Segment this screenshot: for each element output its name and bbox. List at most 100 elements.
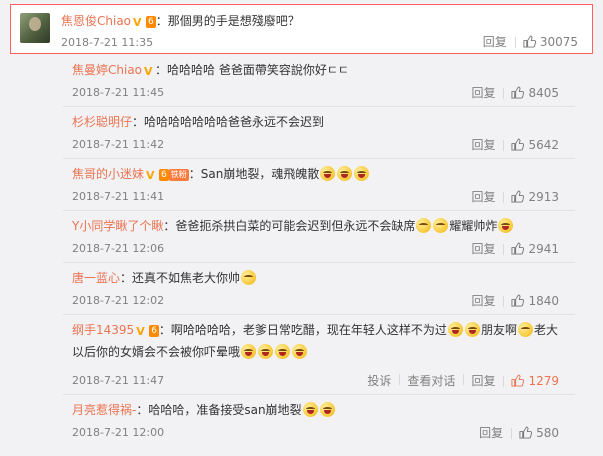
like-button[interactable]: 1840 xyxy=(503,294,567,308)
comment-text-2: 耀耀帅炸 xyxy=(449,219,498,233)
like-count: 580 xyxy=(536,425,559,440)
comment-actions: 投诉 查看对话 回复 1279 xyxy=(359,372,567,389)
member-grade-badge: 6 xyxy=(146,16,156,28)
wink-emoji-icon xyxy=(241,270,257,285)
comment-text-3: 老大 xyxy=(533,323,558,337)
grin-emoji-icon xyxy=(498,218,514,233)
featured-comment: 焦恩俊Chiao V 6 ：那個男的手是想殘廢吧？ 2018-7-21 11:35 回… xyxy=(10,4,593,54)
reply-button[interactable]: 回复 xyxy=(463,136,503,153)
thumbs-up-icon xyxy=(511,374,525,387)
reply-button[interactable]: 回复 xyxy=(463,84,503,101)
like-button[interactable]: 2941 xyxy=(503,242,567,256)
laugh-cry-emoji-icon xyxy=(447,322,463,337)
like-count: 2913 xyxy=(528,189,559,204)
reply-button[interactable]: 回复 xyxy=(475,33,515,50)
comment-actions: 回复 580 xyxy=(471,424,567,441)
like-count: 5642 xyxy=(528,137,559,152)
comment-actions: 回复 2941 xyxy=(463,240,567,257)
grin-emoji-icon xyxy=(354,166,370,181)
comment-text: ：爸爸扼杀拱白菜的可能会迟到但永远不会缺席 xyxy=(163,219,416,233)
comment-time: 2018-7-21 11:42 xyxy=(72,138,165,151)
fan-badge: 铁粉 xyxy=(168,169,189,181)
comment-actions: 回复 1840 xyxy=(463,292,567,309)
laugh-emoji-icon xyxy=(258,344,274,359)
like-count: 1840 xyxy=(528,293,559,308)
laugh-cry-emoji-icon xyxy=(319,402,335,417)
comment-time: 2018-7-21 12:00 xyxy=(72,426,165,439)
smile-emoji-icon xyxy=(416,218,432,233)
username-link[interactable]: 杉杉聪明仔 xyxy=(72,115,132,129)
comment-text: ：San崩地裂，魂飛魄散 xyxy=(188,167,320,181)
view-conversation-button[interactable]: 查看对话 xyxy=(399,372,463,389)
reply-button[interactable]: 回复 xyxy=(463,240,503,257)
like-button[interactable]: 580 xyxy=(511,426,567,440)
comment-text-line: 杉杉聪明仔：哈哈哈哈哈哈哈爸爸永远不会迟到 xyxy=(72,113,324,130)
like-button[interactable]: 8405 xyxy=(503,86,567,100)
thumbs-up-icon xyxy=(511,242,525,255)
comment-text-continued: 以后你的女婿会不会被你吓晕哦 xyxy=(72,345,241,359)
comment-item: 月亮惹得祸-：哈哈哈，准备接受san崩地裂 2018-7-21 12:00 回复… xyxy=(63,395,575,446)
comment-actions: 回复 30075 xyxy=(475,33,586,50)
thumbs-up-icon xyxy=(511,294,525,307)
report-button[interactable]: 投诉 xyxy=(359,372,399,389)
like-button[interactable]: 2913 xyxy=(503,190,567,204)
comment-item: 纲手14395 V 6 ：啊哈哈哈哈，老爹日常吃醋，现在年轻人这样不为过 朋友啊 老大 以… xyxy=(63,315,575,395)
grin-emoji-icon xyxy=(320,166,336,181)
username-link[interactable]: 月亮惹得祸- xyxy=(72,403,136,417)
comment-text-line: 唐一蓝心：还真不如焦老大你帅 xyxy=(72,269,257,286)
comment-time: 2018-7-21 12:02 xyxy=(72,294,165,307)
comment-text: ：哈哈哈哈哈哈哈爸爸永远不会迟到 xyxy=(132,115,325,129)
laugh-cry-emoji-icon xyxy=(302,402,318,417)
thumbs-up-icon xyxy=(519,426,533,439)
thumbs-up-icon xyxy=(511,138,525,151)
username-link[interactable]: 唐一蓝心 xyxy=(72,271,120,285)
reply-button[interactable]: 回复 xyxy=(463,292,503,309)
comment-actions: 回复 5642 xyxy=(463,136,567,153)
comment-text: ：哈哈哈，准备接受san崩地裂 xyxy=(136,403,302,417)
comment-time: 2018-7-21 11:41 xyxy=(72,190,165,203)
comment-time: 2018-7-21 11:35 xyxy=(61,36,154,49)
laugh-emoji-icon xyxy=(292,344,308,359)
avatar[interactable] xyxy=(20,13,50,43)
comment-text-line: 纲手14395 V 6 ：啊哈哈哈哈，老爹日常吃醋，现在年轻人这样不为过 朋友啊 老大 xyxy=(72,321,558,338)
username-link[interactable]: Y小同学瞅了个瞅 xyxy=(72,219,163,233)
comment-time: 2018-7-21 12:06 xyxy=(72,242,165,255)
laugh-cry-emoji-icon xyxy=(464,322,480,337)
username-link[interactable]: 焦恩俊Chiao xyxy=(61,14,131,28)
comment-text-2: 朋友啊 xyxy=(480,323,517,337)
reply-button[interactable]: 回复 xyxy=(471,424,511,441)
like-button[interactable]: 5642 xyxy=(503,138,567,152)
grin-emoji-icon xyxy=(337,166,353,181)
comment-text-line: 焦哥的小迷妹 V 6 铁粉 ：San崩地裂，魂飛魄散 xyxy=(72,165,370,182)
reply-button[interactable]: 回复 xyxy=(463,372,503,389)
verified-v-icon: V xyxy=(136,325,145,338)
like-button[interactable]: 1279 xyxy=(503,374,567,388)
username-link[interactable]: 焦哥的小迷妹 xyxy=(72,167,144,181)
comment-text: ：还真不如焦老大你帅 xyxy=(120,271,241,285)
reply-button[interactable]: 回复 xyxy=(463,188,503,205)
comment-text-line: 焦恩俊Chiao V 6 ：那個男的手是想殘廢吧？ xyxy=(61,12,300,29)
thumbs-up-icon xyxy=(511,86,525,99)
comment-text-line-2: 以后你的女婿会不会被你吓晕哦 xyxy=(72,343,308,360)
comment-text-line: 焦曼婷Chiao V ：哈哈哈哈 爸爸面帶笑容說你好ㄷㄷ xyxy=(72,61,349,78)
laugh-emoji-icon xyxy=(275,344,291,359)
comment-text-line: Y小同学瞅了个瞅：爸爸扼杀拱白菜的可能会迟到但永远不会缺席 耀耀帅炸 xyxy=(72,217,514,234)
like-count: 2941 xyxy=(528,241,559,256)
comment-actions: 回复 8405 xyxy=(463,84,567,101)
comment-item: 焦哥的小迷妹 V 6 铁粉 ：San崩地裂，魂飛魄散 2018-7-21 11:41 回… xyxy=(63,159,575,211)
comment-text: ：那個男的手是想殘廢吧？ xyxy=(155,14,300,28)
like-count: 1279 xyxy=(528,373,559,388)
like-count: 30075 xyxy=(539,34,578,49)
verified-v-icon: V xyxy=(133,16,142,29)
comment-time: 2018-7-21 11:47 xyxy=(72,374,165,387)
comment-item: Y小同学瞅了个瞅：爸爸扼杀拱白菜的可能会迟到但永远不会缺席 耀耀帅炸 2018-7… xyxy=(63,211,575,263)
comment-text: ：哈哈哈哈 爸爸面帶笑容說你好ㄷㄷ xyxy=(155,63,349,77)
like-count: 8405 xyxy=(528,85,559,100)
username-link[interactable]: 焦曼婷Chiao xyxy=(72,63,142,77)
like-button[interactable]: 30075 xyxy=(514,34,586,49)
laugh-emoji-icon xyxy=(241,344,257,359)
username-link[interactable]: 纲手14395 xyxy=(72,323,134,337)
wink-emoji-icon xyxy=(517,322,533,337)
comment-actions: 回复 2913 xyxy=(463,188,567,205)
comment-panel: 焦恩俊Chiao V 6 ：那個男的手是想殘廢吧？ 2018-7-21 11:35 回… xyxy=(0,0,603,456)
